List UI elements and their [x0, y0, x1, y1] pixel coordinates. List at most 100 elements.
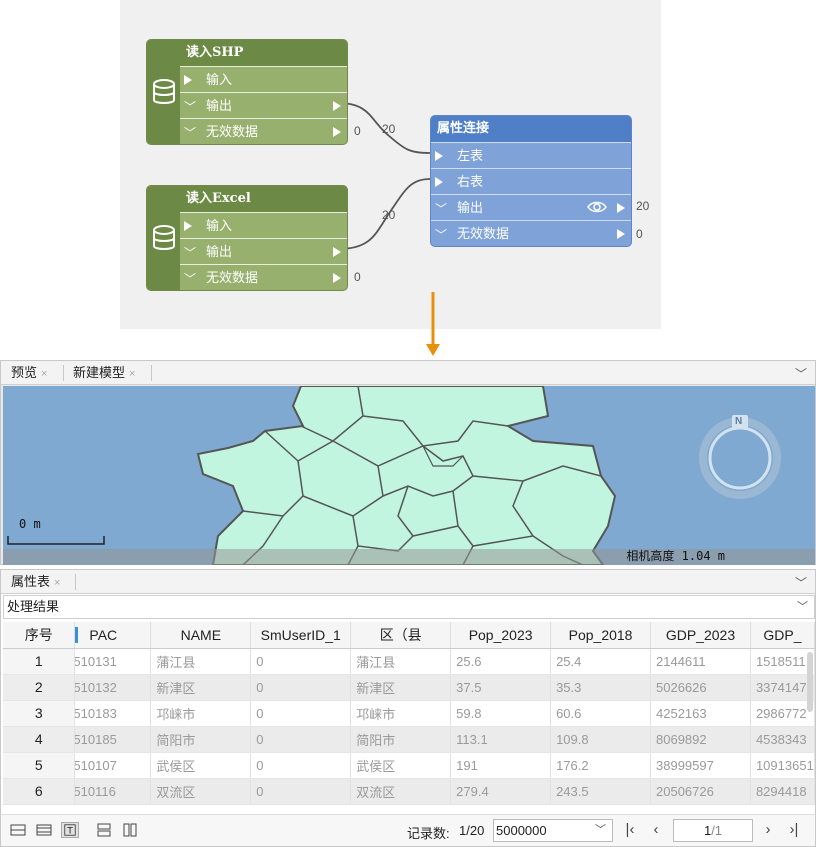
- eye-icon[interactable]: [587, 200, 607, 214]
- table-cell-gdp2018[interactable]: 2986772: [750, 700, 815, 727]
- table-cell-smuserid[interactable]: 0: [250, 752, 352, 779]
- chevron-down-icon[interactable]: ﹀: [795, 365, 807, 382]
- table-cell-smuserid[interactable]: 0: [250, 674, 352, 701]
- port-output[interactable]: ﹀ 输出: [431, 194, 631, 220]
- table-cell-district[interactable]: 简阳市: [350, 726, 452, 753]
- table-cell-pac[interactable]: 510132: [74, 674, 152, 701]
- node-read-excel[interactable]: 读入Excel 输入 ﹀ 输出 ﹀ 无效数据: [146, 185, 348, 291]
- table-row[interactable]: 4 510185 简阳市 0 简阳市 113.1 109.8 8069892 4538343: [3, 726, 815, 753]
- table-cell-name[interactable]: 蒲江县: [150, 648, 252, 675]
- table-cell-idx[interactable]: 5: [3, 752, 76, 779]
- first-page-button[interactable]: |‹: [621, 819, 639, 841]
- table-cell-district[interactable]: 新津区: [350, 674, 452, 701]
- close-icon[interactable]: ×: [54, 577, 60, 589]
- column-header-pop2023[interactable]: Pop_2023: [450, 622, 552, 649]
- port-right-table[interactable]: 右表: [431, 168, 631, 194]
- output-port-icon[interactable]: [617, 203, 625, 213]
- table-cell-name[interactable]: 双流区: [150, 778, 252, 805]
- table-cell-name[interactable]: 邛崃市: [150, 700, 252, 727]
- map-view[interactable]: N 0 m 相机高度 1.04 m: [3, 386, 815, 565]
- table-cell-smuserid[interactable]: 0: [250, 726, 352, 753]
- table-cell-idx[interactable]: 3: [3, 700, 76, 727]
- tab-attribute-table[interactable]: 属性表 ×: [3, 570, 68, 594]
- chevron-down-icon[interactable]: ﹀: [184, 267, 196, 290]
- horizontal-split-icon[interactable]: [95, 822, 113, 838]
- chevron-down-icon[interactable]: ﹀: [184, 241, 196, 266]
- table-cell-gdp2023[interactable]: 8069892: [650, 726, 751, 753]
- table-cell-district[interactable]: 武侯区: [350, 752, 452, 779]
- column-header-pac[interactable]: PAC: [74, 622, 152, 649]
- close-icon[interactable]: ×: [41, 368, 47, 380]
- column-header-pop2018[interactable]: Pop_2018: [550, 622, 652, 649]
- close-icon[interactable]: ×: [129, 368, 135, 380]
- table-cell-gdp2023[interactable]: 38999597: [650, 752, 751, 779]
- column-header-index[interactable]: 序号: [3, 622, 76, 649]
- table-cell-gdp2023[interactable]: 5026626: [650, 674, 751, 701]
- table-cell-idx[interactable]: 4: [3, 726, 76, 753]
- port-invalid[interactable]: ﹀ 无效数据: [180, 264, 347, 290]
- table-cell-pop2023[interactable]: 25.6: [450, 648, 552, 675]
- column-header-smuserid[interactable]: SmUserID_1: [250, 622, 352, 649]
- table-cell-name[interactable]: 简阳市: [150, 726, 252, 753]
- prev-page-button[interactable]: ‹: [647, 819, 665, 841]
- port-invalid[interactable]: ﹀ 无效数据: [180, 118, 347, 144]
- attribute-table[interactable]: 序号 PAC NAME SmUserID_1 区（县 Pop_2023 Pop_…: [3, 622, 815, 810]
- input-port-icon[interactable]: [435, 177, 443, 187]
- output-port-icon[interactable]: [333, 273, 341, 283]
- table-cell-idx[interactable]: 2: [3, 674, 76, 701]
- table-cell-pop2018[interactable]: 109.8: [550, 726, 652, 753]
- output-port-icon[interactable]: [333, 127, 341, 137]
- column-header-name[interactable]: NAME: [150, 622, 252, 649]
- input-port-icon[interactable]: [184, 75, 192, 85]
- table-cell-pop2018[interactable]: 176.2: [550, 752, 652, 779]
- tab-new-model[interactable]: 新建模型 ×: [65, 361, 143, 385]
- chevron-down-icon[interactable]: ﹀: [184, 121, 196, 144]
- table-cell-pop2023[interactable]: 37.5: [450, 674, 552, 701]
- source-select[interactable]: 处理结果 ﹀: [3, 595, 815, 619]
- table-row[interactable]: 1 510131 蒲江县 0 蒲江县 25.6 25.4 2144611 1518511: [3, 648, 815, 675]
- output-port-icon[interactable]: [333, 247, 341, 257]
- compass-icon[interactable]: [699, 415, 781, 499]
- table-cell-gdp2018[interactable]: 10913651: [750, 752, 815, 779]
- column-header-gdp[interactable]: GDP_: [750, 622, 815, 649]
- table-cell-name[interactable]: 武侯区: [150, 752, 252, 779]
- table-cell-smuserid[interactable]: 0: [250, 700, 352, 727]
- port-output[interactable]: ﹀ 输出: [180, 92, 347, 118]
- table-cell-gdp2018[interactable]: 3374147: [750, 674, 815, 701]
- node-read-shp[interactable]: 读入SHP 输入 ﹀ 输出 ﹀ 无效数据: [146, 39, 348, 145]
- table-cell-pac[interactable]: 510185: [74, 726, 152, 753]
- table-cell-gdp2023[interactable]: 20506726: [650, 778, 751, 805]
- table-cell-idx[interactable]: 6: [3, 778, 76, 805]
- last-page-button[interactable]: ›|: [785, 819, 803, 841]
- port-input[interactable]: 输入: [180, 66, 347, 92]
- table-cell-gdp2018[interactable]: 1518511: [750, 648, 815, 675]
- workflow-canvas[interactable]: 20 20 读入SHP 输入 ﹀ 输出 ﹀ 无效数据 0 读入Excel 输入 …: [120, 0, 661, 329]
- column-header-district[interactable]: 区（县: [350, 622, 452, 649]
- tab-preview[interactable]: 预览 ×: [3, 361, 55, 385]
- table-cell-pac[interactable]: 510107: [74, 752, 152, 779]
- table-cell-gdp2018[interactable]: 8294418: [750, 778, 815, 805]
- input-port-icon[interactable]: [435, 151, 443, 161]
- port-invalid[interactable]: ﹀ 无效数据: [431, 220, 631, 246]
- input-port-icon[interactable]: [184, 221, 192, 231]
- output-port-icon[interactable]: [333, 101, 341, 111]
- table-cell-gdp2023[interactable]: 4252163: [650, 700, 751, 727]
- table-row[interactable]: 6 510116 双流区 0 双流区 279.4 243.5 20506726 8294418: [3, 778, 815, 805]
- table-cell-district[interactable]: 邛崃市: [350, 700, 452, 727]
- table-cell-pop2018[interactable]: 243.5: [550, 778, 652, 805]
- page-input[interactable]: 1/1: [673, 819, 753, 842]
- page-size-select[interactable]: 5000000 ﹀: [493, 819, 613, 842]
- table-row[interactable]: 3 510183 邛崃市 0 邛崃市 59.8 60.6 4252163 2986772: [3, 700, 815, 727]
- table-cell-gdp2018[interactable]: 4538343: [750, 726, 815, 753]
- table-cell-pop2018[interactable]: 60.6: [550, 700, 652, 727]
- port-left-table[interactable]: 左表: [431, 142, 631, 168]
- table-cell-pop2018[interactable]: 35.3: [550, 674, 652, 701]
- table-row[interactable]: 5 510107 武侯区 0 武侯区 191 176.2 38999597 10913651: [3, 752, 815, 779]
- table-cell-pop2023[interactable]: 191: [450, 752, 552, 779]
- table-row[interactable]: 2 510132 新津区 0 新津区 37.5 35.3 5026626 3374147: [3, 674, 815, 701]
- table-cell-name[interactable]: 新津区: [150, 674, 252, 701]
- chevron-down-icon[interactable]: ﹀: [184, 95, 196, 120]
- text-view-icon[interactable]: T: [61, 822, 79, 838]
- vertical-scrollbar[interactable]: [807, 652, 813, 712]
- compact-view-icon[interactable]: [35, 822, 53, 838]
